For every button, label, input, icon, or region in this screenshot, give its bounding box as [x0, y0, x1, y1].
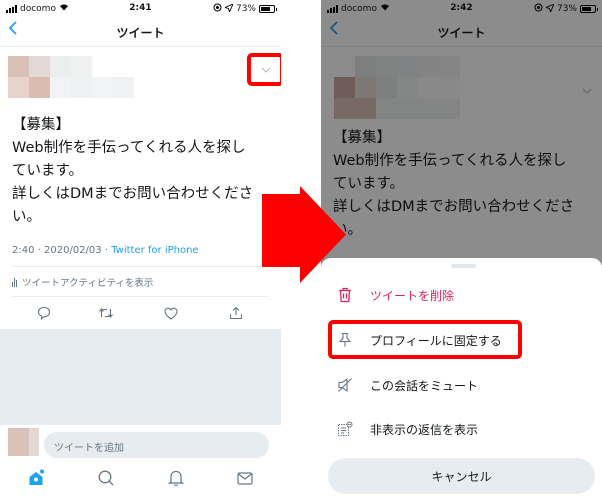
highlight-box-menu: [247, 53, 281, 86]
divider: [12, 296, 269, 297]
bell-icon: [167, 470, 185, 486]
menu-item-show-hidden-replies[interactable]: 非表示の返信を表示: [321, 410, 602, 448]
menu-item-label: ツイートを削除: [370, 288, 455, 303]
menu-item-mute-conversation[interactable]: この会話をミュート: [321, 366, 602, 404]
menu-item-label: 非表示の返信を表示: [370, 422, 479, 437]
like-button[interactable]: [161, 303, 181, 323]
meta-separator: ·: [34, 245, 45, 256]
status-right: 73%: [213, 2, 277, 15]
tab-home[interactable]: [24, 466, 48, 490]
my-avatar-blurred: [8, 428, 39, 456]
divider: [12, 266, 269, 267]
empty-replies-area: [0, 329, 281, 425]
location-icon: [223, 2, 234, 15]
mute-icon: [336, 376, 354, 394]
tweet-menu-screen: docomo 2:42 73% ツイート 【募集】 Web制作を手伝ってくれる人…: [321, 0, 602, 500]
menu-item-delete-tweet[interactable]: ツイートを削除: [321, 276, 602, 314]
battery-icon: [259, 5, 277, 13]
share-button[interactable]: [226, 303, 246, 323]
search-icon: [98, 470, 114, 486]
sheet-grabber[interactable]: [451, 264, 476, 268]
reply-button[interactable]: [34, 303, 54, 323]
tab-search[interactable]: [94, 466, 118, 490]
status-bar: docomo 2:41 73%: [0, 0, 281, 16]
tab-bar: [0, 466, 281, 496]
menu-item-label: この会話をミュート: [370, 378, 479, 393]
battery-percent: 73%: [235, 4, 256, 14]
nav-bar: ツイート: [0, 17, 281, 47]
highlight-box-pin: [328, 320, 522, 359]
trash-icon: [336, 286, 354, 304]
analytics-icon: [12, 277, 17, 287]
tweet-activity-link[interactable]: ツイートアクティビティを表示: [12, 275, 153, 289]
page-title: ツイート: [116, 26, 165, 40]
heart-icon: [164, 307, 178, 320]
meta-separator: ·: [101, 245, 112, 256]
reply-bar: ツイートを追加: [0, 426, 281, 462]
retweet-button[interactable]: [96, 303, 116, 323]
tab-messages[interactable]: [233, 466, 257, 490]
reply-input[interactable]: ツイートを追加: [44, 432, 269, 458]
home-icon: [29, 469, 44, 485]
tweet-source-link[interactable]: Twitter for iPhone: [111, 245, 198, 256]
tweet-text: 【募集】 Web制作を手伝ってくれる人を探し ています。 詳しくはDMまでお問い…: [12, 117, 254, 225]
user-avatar-name-blurred[interactable]: [8, 56, 134, 98]
share-icon: [229, 306, 243, 320]
mail-icon: [237, 472, 253, 485]
cancel-button[interactable]: キャンセル: [328, 458, 595, 494]
transition-arrow-icon: [262, 186, 346, 283]
activity-label: ツイートアクティビティを表示: [22, 278, 154, 289]
tweet-time: 2:40: [12, 245, 35, 256]
tweet-meta: 2:40 · 2020/02/03 · Twitter for iPhone: [12, 245, 199, 256]
action-sheet: ツイートを削除 プロフィールに固定する この会話をミュート 非表示の返信を表示 …: [321, 258, 602, 500]
orientation-lock-icon: [213, 3, 222, 15]
tweet-detail-screen: docomo 2:41 73% ツイート 【募集】 Web制作を手伝ってくれる人…: [0, 0, 281, 500]
tweet-date: 2020/02/03: [44, 245, 102, 256]
tweet-actions: [0, 303, 281, 325]
hidden-replies-icon: [336, 420, 354, 438]
retweet-icon: [99, 308, 113, 318]
reply-icon: [37, 306, 51, 320]
tab-notifications[interactable]: [164, 466, 188, 490]
